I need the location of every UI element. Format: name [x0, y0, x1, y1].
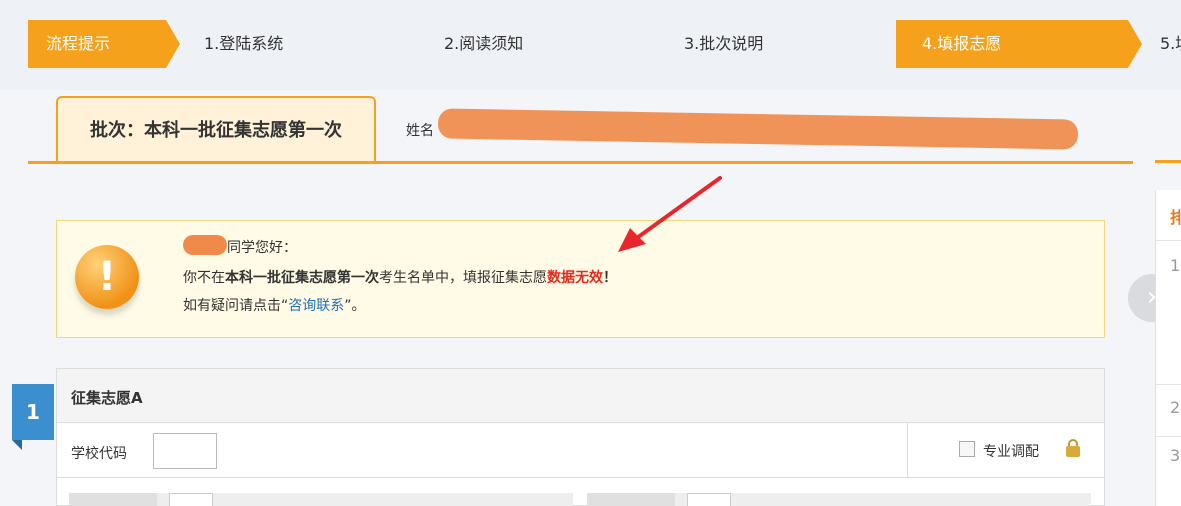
major-code-input[interactable] — [169, 493, 213, 506]
notice-batch-name: 本科一批征集志愿第一次 — [225, 270, 379, 286]
redacted-student-name — [183, 235, 227, 255]
contact-suffix: ”。 — [344, 298, 366, 314]
batch-tab[interactable]: 批次：本科一批征集志愿第一次 — [56, 96, 376, 164]
batch-tab-row: 批次：本科一批征集志愿第一次 姓名 — [28, 92, 1133, 164]
step-fill-volunteer[interactable]: 4.填报志愿 — [896, 20, 1142, 68]
step-batch-info[interactable]: 3.批次说明 — [666, 20, 902, 68]
divider — [907, 423, 908, 477]
side-panel-title: 排 — [1170, 208, 1181, 227]
contact-prefix: 如有疑问请点击“ — [183, 298, 289, 314]
contact-link[interactable]: 咨询联系 — [288, 298, 344, 314]
step-flow-hint: 流程提示 — [28, 20, 180, 68]
notice-message: 你不在本科一批征集志愿第一次考生名单中，填报征集志愿数据无效！ — [183, 267, 617, 287]
step-read-notice-label: 2.阅读须知 — [444, 34, 524, 53]
step-bar: 流程提示 1.登陆系统 2.阅读须知 3.批次说明 4.填报志愿 5.填 — [0, 0, 1181, 90]
notice-warning: 数据无效 — [547, 270, 603, 286]
school-code-input[interactable] — [153, 433, 217, 469]
side-panel: 排 1 2 3 — [1155, 190, 1181, 506]
side-panel-num-3[interactable]: 3 — [1170, 446, 1180, 465]
step-login[interactable]: 1.登陆系统 — [186, 20, 422, 68]
volunteer-header: 征集志愿A — [57, 369, 1104, 423]
volunteer-block: 征集志愿A 学校代码 专业调配 — [56, 368, 1105, 506]
notice-suffix: ！ — [603, 270, 617, 286]
notice-box: ! 同学您好： 你不在本科一批征集志愿第一次考生名单中，填报征集志愿数据无效！ … — [56, 220, 1105, 338]
side-panel-num-1[interactable]: 1 — [1170, 256, 1180, 275]
volunteer-index-badge: 1 — [12, 384, 54, 450]
major-row-right — [587, 493, 1091, 506]
step-next-label: 5.填 — [1160, 34, 1181, 53]
major-row-left — [69, 493, 573, 506]
annotation-arrow-icon — [618, 176, 722, 252]
step-next[interactable]: 5.填 — [1146, 20, 1181, 68]
side-panel-num-2[interactable]: 2 — [1170, 398, 1180, 417]
volunteer-title: 征集志愿A — [71, 389, 143, 407]
major-code-input[interactable] — [687, 493, 731, 506]
notice-middle: 考生名单中，填报征集志愿 — [379, 270, 547, 286]
step-fill-volunteer-label: 4.填报志愿 — [922, 34, 1002, 53]
step-batch-info-label: 3.批次说明 — [684, 34, 764, 53]
notice-contact: 如有疑问请点击“咨询联系”。 — [183, 295, 366, 315]
exclamation-icon: ! — [75, 245, 139, 309]
redaction-mark — [437, 108, 1079, 150]
major-adjust-checkbox[interactable] — [959, 441, 975, 457]
notice-greeting: 同学您好： — [227, 240, 297, 256]
major-adjust-label: 专业调配 — [983, 444, 1039, 460]
divider — [57, 477, 1104, 478]
notice-prefix: 你不在 — [183, 270, 225, 286]
tab-underline — [28, 161, 1133, 164]
step-flow-hint-label: 流程提示 — [46, 34, 111, 53]
name-label: 姓名 — [406, 123, 434, 139]
school-code-label: 学校代码 — [71, 446, 127, 462]
step-login-label: 1.登陆系统 — [204, 34, 284, 53]
lock-icon — [1065, 439, 1081, 457]
right-underline — [1155, 160, 1181, 163]
step-read-notice[interactable]: 2.阅读须知 — [426, 20, 662, 68]
